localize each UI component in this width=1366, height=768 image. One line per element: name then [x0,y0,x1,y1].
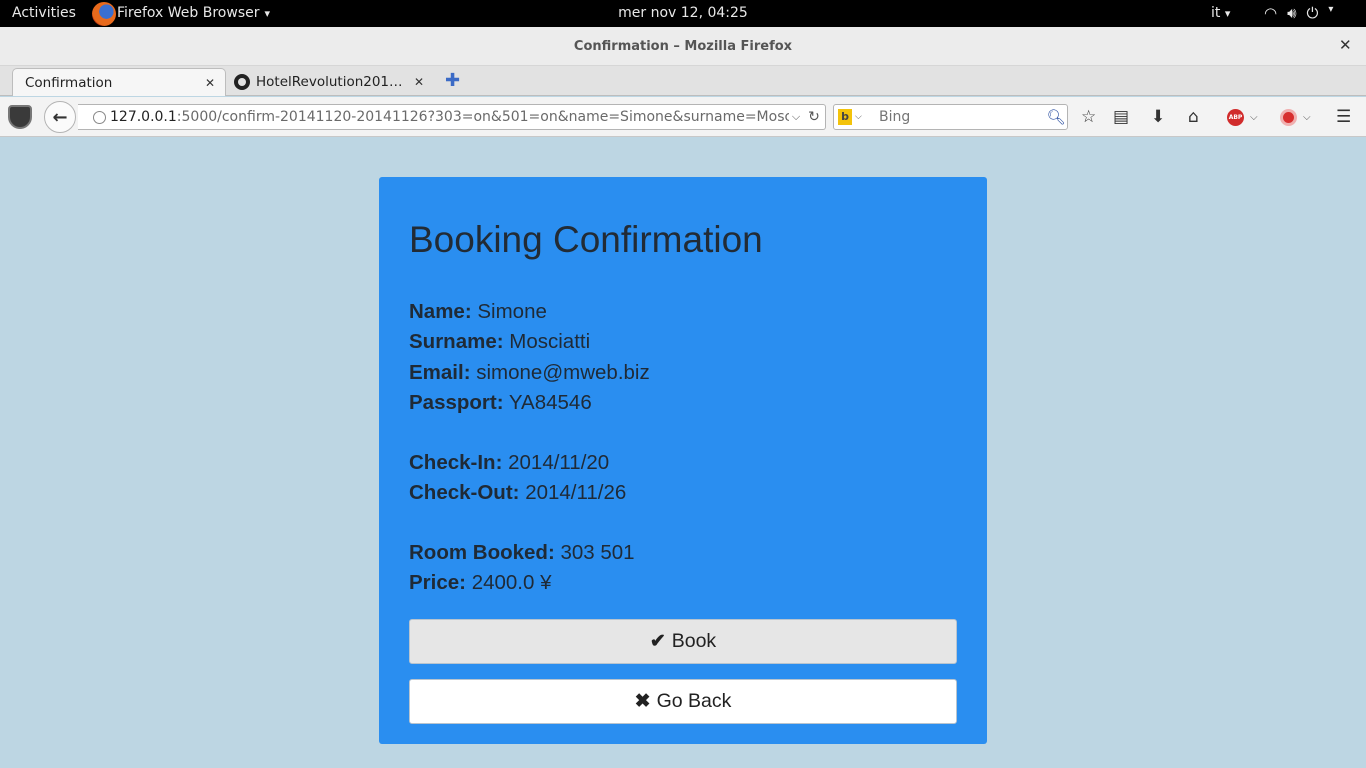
keyboard-layout-indicator[interactable]: it ▾ [1211,5,1230,21]
firefox-logo-icon [92,2,116,26]
book-button[interactable]: ✔ Book [409,619,957,664]
navigation-toolbar: ← 127.0.0.1 :5000/confirm-20141120-20141… [0,97,1366,137]
shield-icon[interactable] [8,105,32,129]
menu-icon[interactable]: ☰ [1336,106,1351,128]
rooms-label: Room Booked: [409,541,555,564]
power-icon: ⏻ [1306,4,1319,22]
window-title: Confirmation – Mozilla Firefox [573,39,793,54]
email-label: Email: [409,361,471,384]
checkin-value: 2014/11/20 [508,451,610,474]
go-back-button[interactable]: ✖ Go Back [409,679,957,724]
window-close-button[interactable]: ✕ [1339,36,1352,54]
bing-icon[interactable]: b [838,109,852,125]
download-icon[interactable]: ⬇ [1151,106,1165,128]
name-value: Simone [477,300,547,323]
book-button-label: Book [671,630,717,652]
cross-icon: ✖ [634,691,651,712]
addon-caret-icon: ⌵ [1303,111,1311,123]
github-icon [234,74,250,90]
tab-confirmation[interactable]: Confirmation ✕ [12,68,226,96]
wifi-icon: ◠ [1264,4,1278,22]
addon-icon [1280,108,1297,126]
passport-row: Passport: YA84546 [409,391,592,415]
name-row: Name: Simone [409,300,547,324]
go-back-button-label: Go Back [656,690,732,712]
reload-icon[interactable]: ↻ [803,109,825,125]
home-icon[interactable]: ⌂ [1188,106,1199,128]
keyboard-layout-caret-icon: ▾ [1224,7,1231,20]
app-menu-label: Firefox Web Browser [117,5,260,21]
page-title: Booking Confirmation [409,219,763,260]
checkout-value: 2014/11/26 [525,481,627,504]
search-icon[interactable]: 🔍︎ [1045,108,1067,126]
surname-value: Mosciatti [509,330,591,353]
gnome-top-bar: Activities Firefox Web Browser ▾ mer nov… [0,0,1366,27]
price-label: Price: [409,571,466,594]
adblock-caret-icon: ⌵ [1250,111,1258,123]
email-row: Email: simone@mweb.biz [409,361,650,385]
globe-icon [93,110,106,124]
reading-list-icon[interactable]: ▤ [1113,106,1129,128]
rooms-row: Room Booked: 303 501 [409,541,635,565]
name-label: Name: [409,300,472,323]
new-tab-button[interactable]: ✚ [445,70,460,91]
checkout-label: Check-Out: [409,481,520,504]
price-value: 2400.0 ¥ [471,571,552,594]
adblock-plus-icon: ABP [1227,108,1244,126]
activities-button[interactable]: Activities [12,5,76,21]
window-titlebar: Confirmation – Mozilla Firefox ✕ [0,27,1366,66]
search-bar[interactable]: b ⌵ 🔍︎ [833,104,1068,130]
tab-hotelrevolution[interactable]: HotelRevolution201… ✕ [230,68,434,96]
addon-button[interactable]: ⌵ [1280,106,1311,128]
checkin-label: Check-In: [409,451,503,474]
surname-row: Surname: Mosciatti [409,330,590,354]
passport-label: Passport: [409,391,504,414]
rooms-value: 303 501 [560,541,635,564]
tab-close-button[interactable]: ✕ [201,76,219,90]
volume-icon: 🔊︎ [1287,4,1297,22]
url-path: :5000/confirm-20141120-20141126?303=on&5… [176,109,789,125]
email-value: simone@mweb.biz [476,361,650,384]
url-bar[interactable]: 127.0.0.1 :5000/confirm-20141120-2014112… [78,104,826,130]
tab-label: Confirmation [25,74,113,91]
passport-value: YA84546 [508,391,592,414]
keyboard-layout-label: it [1211,5,1221,21]
app-menu-caret-icon: ▾ [264,6,271,20]
search-engine-caret-icon[interactable]: ⌵ [855,112,867,122]
booking-confirmation-panel: Booking Confirmation Name: Simone Surnam… [379,177,987,744]
checkmark-icon: ✔ [649,631,666,652]
tab-label: HotelRevolution201… [256,74,403,90]
tab-strip: Confirmation ✕ HotelRevolution201… ✕ ✚ [0,66,1366,96]
back-button[interactable]: ← [44,101,76,133]
system-tray[interactable]: ◠ 🔊︎ ⏻ ▾ [1264,4,1333,22]
system-menu-caret-icon: ▾ [1328,4,1334,15]
back-arrow-icon: ← [52,106,68,128]
tab-close-button[interactable]: ✕ [410,75,428,89]
surname-label: Surname: [409,330,504,353]
url-dropdown-icon[interactable]: ⌵ [789,110,803,124]
bookmark-star-icon[interactable]: ☆ [1081,106,1096,128]
app-menu[interactable]: Firefox Web Browser ▾ [92,2,271,26]
adblock-plus-button[interactable]: ABP ⌵ [1227,106,1258,128]
search-input[interactable] [879,109,1045,125]
price-row: Price: 2400.0 ¥ [409,571,552,595]
checkout-row: Check-Out: 2014/11/26 [409,481,626,505]
checkin-row: Check-In: 2014/11/20 [409,451,609,475]
url-host: 127.0.0.1 [110,109,177,125]
